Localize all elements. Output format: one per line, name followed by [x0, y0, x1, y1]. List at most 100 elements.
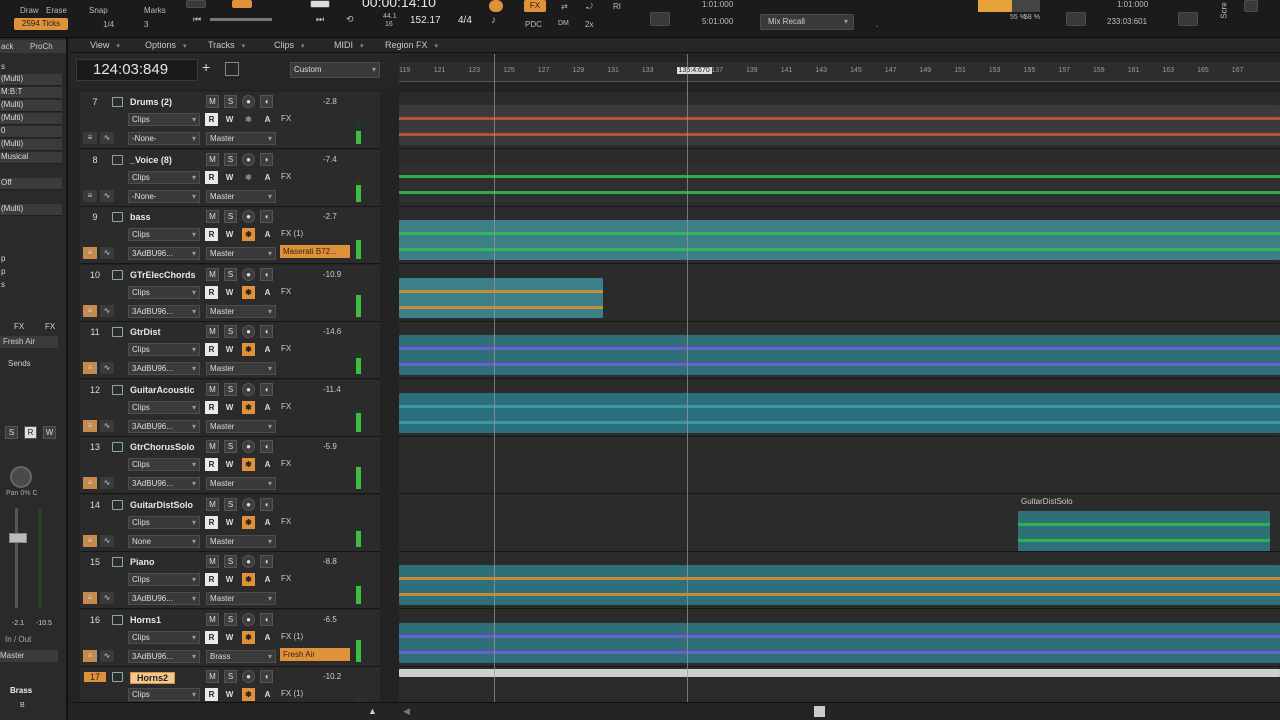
arm-automation-button[interactable]: A [261, 401, 274, 414]
automation-icon[interactable]: ∿ [100, 304, 114, 317]
solo-button[interactable]: S [224, 325, 237, 338]
track-volume[interactable]: -6.5 [323, 615, 337, 624]
record-arm-button[interactable]: ● [242, 497, 255, 511]
arm-automation-button[interactable]: A [261, 171, 274, 184]
input-select[interactable]: -None- [128, 189, 200, 203]
clips-select[interactable]: Clips [128, 113, 200, 126]
inspector-row[interactable]: (Multi) [0, 74, 62, 86]
read-automation-button[interactable]: R [205, 688, 218, 701]
output-select[interactable]: Master [0, 650, 58, 662]
record-arm-button[interactable]: ● [242, 440, 255, 453]
solo-button[interactable]: S [224, 440, 237, 453]
skip-end-icon[interactable]: ⏭ [316, 14, 324, 25]
arm-automation-button[interactable]: A [261, 458, 274, 471]
clips-select[interactable]: Clips [128, 228, 200, 241]
meter-display[interactable]: 4/4 [458, 15, 472, 26]
track-name[interactable]: _Voice (8) [130, 155, 172, 165]
track-settings-icon[interactable]: ≡ [83, 649, 97, 662]
track-settings-icon[interactable]: ≡ [83, 477, 97, 489]
read-automation-button[interactable]: R [205, 573, 218, 586]
automation-icon[interactable]: ∿ [100, 189, 114, 202]
track-header[interactable]: 12 GuitarAcoustic M S ● ◖ -11.4 Clips R … [80, 379, 380, 437]
input-select[interactable]: 3AdBU96... [128, 362, 200, 375]
mute-button[interactable]: M [206, 440, 219, 453]
automation-icon[interactable]: ∿ [100, 592, 114, 604]
input-select[interactable]: 3AdBU96... [128, 247, 200, 260]
track-settings-icon[interactable]: ≡ [83, 362, 97, 374]
track-volume[interactable]: -2.8 [323, 97, 337, 106]
write-automation-button[interactable]: W [223, 573, 236, 586]
record-arm-button[interactable]: ● [242, 555, 255, 568]
arm-automation-button[interactable]: A [261, 516, 274, 529]
mute-button[interactable]: M [206, 497, 219, 511]
loop-start[interactable]: 1:01:000 [702, 0, 733, 9]
scroll-up-icon[interactable]: ▲ [368, 706, 377, 716]
track-header[interactable]: 9 bass M S ● ◖ -2.7 Clips R W ✱ A FX (1)… [80, 207, 380, 264]
erase-label[interactable]: Erase [46, 6, 67, 15]
arm-automation-button[interactable]: A [261, 573, 274, 586]
solo-button[interactable]: S [224, 497, 237, 511]
mute-button[interactable]: M [206, 612, 219, 626]
freeze-button[interactable]: ✱ [242, 573, 255, 586]
input-echo-icon[interactable]: ◖ [260, 612, 273, 626]
track-name[interactable]: Horns2 [130, 672, 176, 684]
freeze-button[interactable]: ✱ [242, 630, 255, 644]
dim-button[interactable]: DM [558, 20, 569, 27]
fx-bin[interactable]: FX [281, 402, 291, 411]
clips-select[interactable]: Clips [128, 285, 200, 299]
fx-plugin-patch[interactable]: Fresh Air [280, 647, 350, 661]
acc-button[interactable] [1244, 0, 1258, 12]
clips-select[interactable]: Clips [128, 170, 200, 184]
input-select[interactable]: None [128, 534, 200, 548]
fx-global-button[interactable]: FX [524, 0, 546, 12]
audio-clip[interactable] [399, 622, 1280, 663]
clip-lane[interactable] [399, 207, 1280, 264]
inspector-row[interactable]: M:B:T [0, 87, 62, 99]
inspector-read-button[interactable]: R [24, 426, 37, 439]
audio-clip[interactable] [399, 105, 1280, 145]
clip-lane[interactable] [399, 552, 1280, 609]
menu-view[interactable]: View [90, 40, 120, 50]
fx-bin[interactable]: FX [281, 172, 291, 181]
track-name[interactable]: Horns1 [130, 615, 161, 625]
metronome-icon[interactable] [489, 0, 503, 12]
write-automation-button[interactable]: W [223, 688, 236, 701]
sync-icon[interactable]: ⇄ [561, 2, 568, 11]
track-settings-icon[interactable]: ≡ [83, 189, 97, 202]
position-1[interactable]: 1:01:000 [1117, 0, 1148, 9]
inspector-row[interactable]: (Multi) [0, 113, 62, 125]
menu-region-fx[interactable]: Region FX [385, 40, 438, 50]
clips-select[interactable]: Clips [128, 343, 200, 356]
record-arm-button[interactable]: ● [242, 612, 255, 626]
mute-button[interactable]: M [206, 152, 219, 166]
record-arm-button[interactable]: ● [242, 267, 255, 281]
freeze-button[interactable]: ✱ [242, 515, 255, 529]
write-automation-button[interactable]: W [223, 228, 236, 241]
play-button[interactable] [232, 0, 252, 8]
snap-count[interactable]: 3 [144, 20, 148, 29]
track-settings-icon[interactable]: ≡ [83, 247, 97, 259]
track-volume[interactable]: -14.6 [323, 327, 341, 336]
record-arm-button[interactable]: ● [242, 382, 255, 396]
input-select[interactable]: 3AdBU96... [128, 304, 200, 318]
freeze-button[interactable]: ✱ [242, 343, 255, 356]
inspector-row[interactable]: Musical [0, 152, 62, 164]
track-header[interactable]: 11 GtrDist M S ● ◖ -14.6 Clips R W ✱ A F… [80, 322, 380, 379]
solo-button[interactable]: S [224, 210, 237, 223]
track-name[interactable]: GtrChorusSolo [130, 442, 195, 452]
inspector-row[interactable]: Off [0, 178, 62, 190]
freeze-button[interactable]: ✱ [242, 228, 255, 241]
read-automation-button[interactable]: R [205, 630, 218, 644]
arm-automation-button[interactable]: A [261, 113, 274, 126]
screen-label[interactable]: Scre [1220, 2, 1229, 18]
fx-bin[interactable]: FX [281, 287, 291, 296]
mute-button[interactable]: M [206, 555, 219, 568]
input-select[interactable]: -None- [128, 132, 200, 145]
clip-lane[interactable] [399, 667, 1280, 702]
clip-lane[interactable] [399, 380, 1280, 437]
input-echo-icon[interactable]: ◖ [260, 210, 273, 223]
read-automation-button[interactable]: R [205, 170, 218, 184]
input-echo-icon[interactable]: ◖ [260, 440, 273, 453]
mute-button[interactable]: M [206, 267, 219, 281]
input-echo-icon[interactable]: ◖ [260, 267, 273, 281]
